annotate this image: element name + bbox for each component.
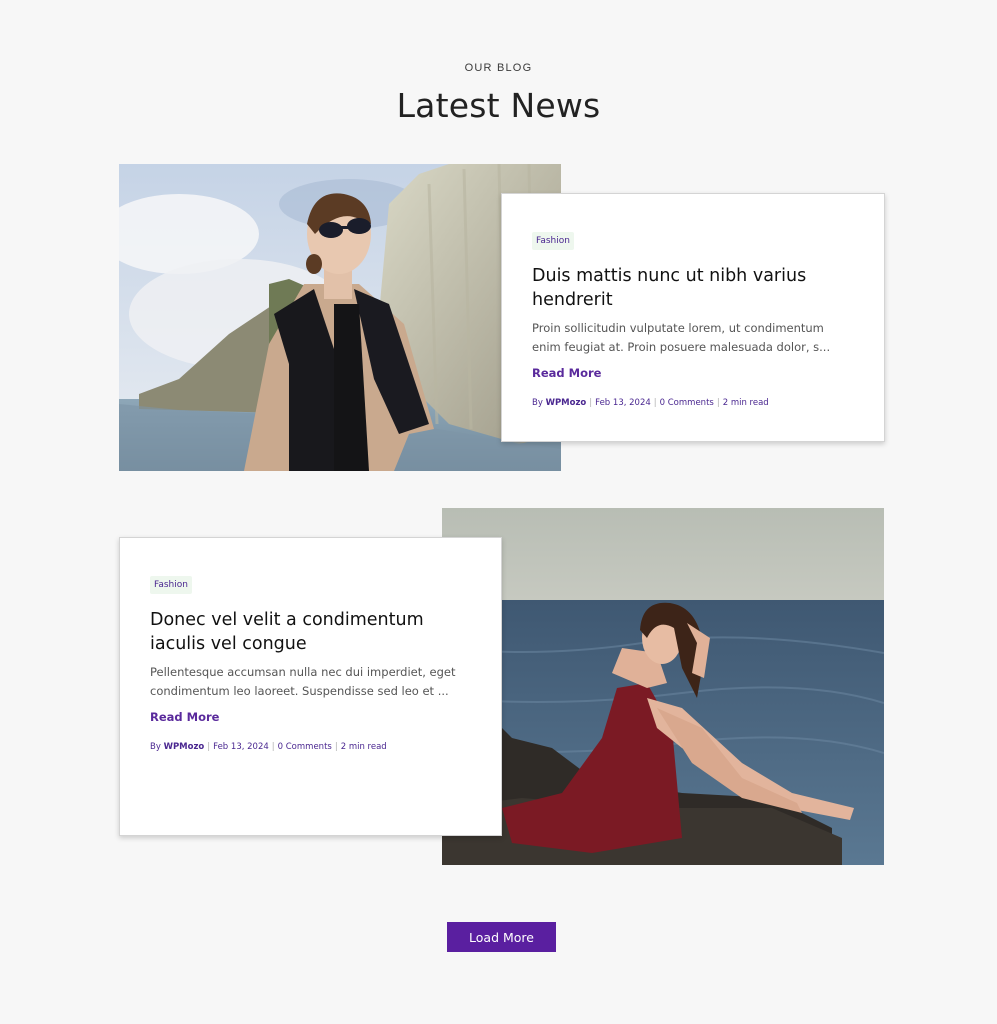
read-more-link[interactable]: Read More [532, 366, 601, 380]
blog-eyebrow: OUR BLOG [464, 62, 533, 74]
meta-date: Feb 13, 2024 [595, 398, 651, 408]
meta-separator: | [716, 398, 720, 408]
meta-comments-link[interactable]: 0 Comments [278, 742, 332, 752]
meta-by-label: By [150, 742, 161, 752]
meta-author-link[interactable]: WPMozo [164, 742, 205, 752]
post-excerpt: Pellentesque accumsan nulla nec dui impe… [150, 665, 456, 698]
meta-by-label: By [532, 398, 543, 408]
meta-separator: | [653, 398, 657, 408]
meta-read-time: 2 min read [340, 742, 387, 752]
meta-separator: | [207, 742, 211, 752]
category-badge[interactable]: Fashion [150, 576, 192, 594]
post-1-image[interactable] [119, 164, 561, 471]
post-meta: By WPMozo | Feb 13, 2024 | 0 Comments | 2 min … [532, 398, 854, 408]
section-title: Latest News [396, 86, 601, 125]
category-badge[interactable]: Fashion [532, 232, 574, 250]
post-title[interactable]: Duis mattis nunc ut nibh varius hendreri… [532, 264, 854, 312]
meta-date: Feb 13, 2024 [213, 742, 269, 752]
load-more-button[interactable]: Load More [447, 922, 556, 952]
post-card-1: Fashion Duis mattis nunc ut nibh varius … [501, 193, 885, 442]
post-meta: By WPMozo | Feb 13, 2024 | 0 Comments | 2 min … [150, 742, 471, 752]
meta-separator: | [589, 398, 593, 408]
meta-author-link[interactable]: WPMozo [546, 398, 587, 408]
post-excerpt: Proin sollicitudin vulputate lorem, ut c… [532, 321, 831, 354]
post-card-2: Fashion Donec vel velit a condimentum ia… [119, 537, 502, 836]
read-more-link[interactable]: Read More [150, 710, 219, 724]
post-title[interactable]: Donec vel velit a condimentum iaculis ve… [150, 608, 471, 656]
meta-read-time: 2 min read [722, 398, 769, 408]
woman-red-dress-sea-rocks-photo [442, 508, 884, 865]
meta-comments-link[interactable]: 0 Comments [660, 398, 714, 408]
meta-separator: | [271, 742, 275, 752]
meta-separator: | [334, 742, 338, 752]
woman-sunglasses-cliffs-photo [119, 164, 561, 471]
post-2-image[interactable] [442, 508, 884, 865]
